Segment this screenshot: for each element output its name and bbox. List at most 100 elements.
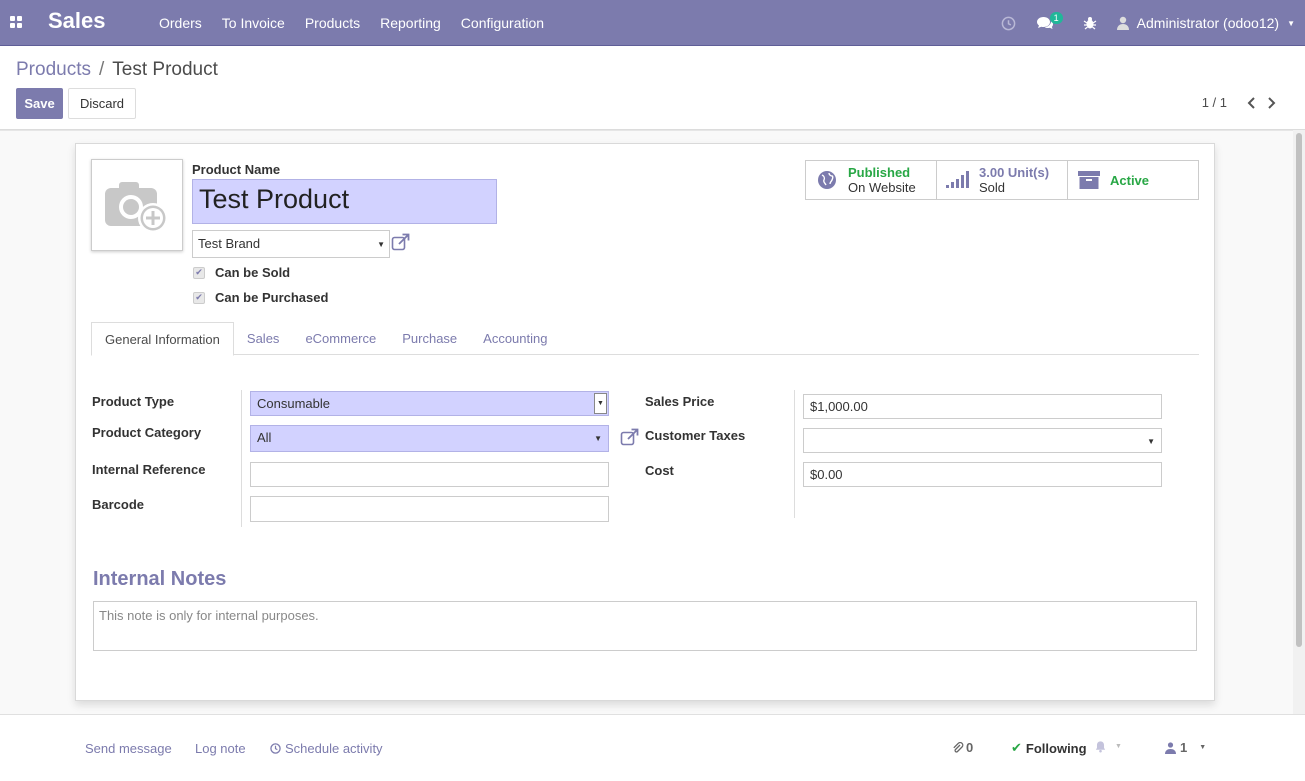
main-menu: Orders To Invoice Products Reporting Con… xyxy=(149,0,554,46)
subscription-bell-button[interactable]: ▼ xyxy=(1094,740,1122,753)
tab-sales[interactable]: Sales xyxy=(234,322,293,355)
units-sold-value: 3.00 Unit(s) xyxy=(979,165,1050,180)
discard-button[interactable]: Discard xyxy=(68,88,136,119)
vertical-scrollbar[interactable] xyxy=(1293,130,1305,714)
menu-configuration[interactable]: Configuration xyxy=(451,15,554,31)
breadcrumb: Products / Test Product xyxy=(16,59,218,81)
brand-value: Test Brand xyxy=(198,236,261,251)
activity-clock-icon[interactable] xyxy=(991,16,1026,31)
pager: 1 / 1 xyxy=(1202,95,1281,110)
systray: 1 Administrator (odoo12) ▼ xyxy=(991,0,1305,46)
cost-input[interactable]: $0.00 xyxy=(803,462,1162,487)
units-sold-button[interactable]: 3.00 Unit(s) Sold xyxy=(937,161,1068,199)
brand-external-link-icon[interactable] xyxy=(391,233,411,253)
top-navbar: Sales Orders To Invoice Products Reporti… xyxy=(0,0,1305,46)
can-be-sold-row: ✔ Can be Sold xyxy=(193,265,290,280)
clock-icon xyxy=(270,743,281,754)
breadcrumb-separator: / xyxy=(98,59,105,80)
customer-taxes-label: Customer Taxes xyxy=(645,428,746,443)
breadcrumb-products-link[interactable]: Products xyxy=(16,59,91,80)
product-category-label: Product Category xyxy=(92,425,202,440)
user-name: Administrator (odoo12) xyxy=(1136,15,1280,31)
follow-button[interactable]: ✔ Following xyxy=(1011,740,1087,756)
barcode-input[interactable] xyxy=(250,496,609,522)
can-be-sold-checkbox[interactable]: ✔ xyxy=(193,266,205,279)
archive-icon xyxy=(1076,167,1102,193)
product-type-dropdown-icon: ▼ xyxy=(594,393,607,414)
barcode-label: Barcode xyxy=(92,497,145,512)
tab-general-information[interactable]: General Information xyxy=(91,322,234,356)
debug-bug-icon[interactable] xyxy=(1073,16,1107,30)
user-icon xyxy=(1165,741,1176,754)
published-status: Published xyxy=(848,165,911,180)
internal-reference-label: Internal Reference xyxy=(92,462,206,477)
followers-count: 1 xyxy=(1180,740,1188,755)
left-group-divider xyxy=(241,390,242,527)
pager-previous-icon[interactable] xyxy=(1241,96,1261,109)
user-caret-icon: ▼ xyxy=(1287,18,1295,28)
camera-add-icon xyxy=(105,182,168,233)
product-category-dropdown-icon: ▼ xyxy=(594,434,602,443)
schedule-activity-button[interactable]: Schedule activity xyxy=(270,741,383,756)
website-published-button[interactable]: Published On Website xyxy=(806,161,937,199)
check-icon: ✔ xyxy=(1011,740,1022,755)
tab-purchase[interactable]: Purchase xyxy=(389,322,470,355)
menu-to-invoice[interactable]: To Invoice xyxy=(212,15,295,31)
product-category-value: All xyxy=(257,430,272,445)
send-message-button[interactable]: Send message xyxy=(85,741,172,756)
product-category-select[interactable]: All ▼ xyxy=(250,425,609,452)
attachments-count: 0 xyxy=(966,740,974,755)
scrollbar-thumb[interactable] xyxy=(1296,133,1302,647)
product-type-select[interactable]: Consumable ▼ xyxy=(250,391,609,416)
notebook-tabs: General Information Sales eCommerce Purc… xyxy=(91,322,1199,356)
tab-accounting[interactable]: Accounting xyxy=(470,322,560,355)
message-count-badge: 1 xyxy=(1049,12,1063,24)
menu-orders[interactable]: Orders xyxy=(149,15,212,31)
can-be-purchased-row: ✔ Can be Purchased xyxy=(193,290,328,305)
followers-caret-icon: ▼ xyxy=(1199,744,1207,751)
bell-caret-icon: ▼ xyxy=(1115,743,1122,750)
messaging-icon[interactable]: 1 xyxy=(1026,12,1073,31)
apps-menu-icon[interactable] xyxy=(10,16,22,28)
internal-notes-textarea[interactable]: This note is only for internal purposes. xyxy=(93,601,1197,651)
user-menu[interactable]: Administrator (odoo12) ▼ xyxy=(1107,15,1305,31)
sales-price-input[interactable]: $1,000.00 xyxy=(803,394,1162,419)
menu-reporting[interactable]: Reporting xyxy=(370,15,451,31)
product-name-input[interactable]: Test Product xyxy=(192,179,497,224)
units-sold-label: Sold xyxy=(979,180,1006,195)
sales-price-label: Sales Price xyxy=(645,394,715,409)
product-type-label: Product Type xyxy=(92,394,175,409)
product-image[interactable] xyxy=(91,159,183,251)
right-group-divider xyxy=(794,390,795,518)
can-be-purchased-checkbox[interactable]: ✔ xyxy=(193,291,205,304)
breadcrumb-current: Test Product xyxy=(112,59,218,80)
control-panel: Products / Test Product Save Discard 1 / 1 xyxy=(0,46,1305,130)
following-label: Following xyxy=(1025,740,1087,756)
customer-taxes-select[interactable]: ▼ xyxy=(803,428,1162,453)
pager-next-icon[interactable] xyxy=(1261,96,1281,109)
menu-products[interactable]: Products xyxy=(295,15,370,31)
attachments-button[interactable]: 0 xyxy=(952,740,973,755)
paperclip-icon xyxy=(953,741,964,753)
pager-value[interactable]: 1 / 1 xyxy=(1202,95,1227,110)
globe-icon xyxy=(814,167,840,193)
can-be-sold-label: Can be Sold xyxy=(215,265,291,280)
followers-button[interactable]: 1 ▼ xyxy=(1165,740,1206,755)
user-avatar-icon xyxy=(1116,16,1129,30)
app-name: Sales xyxy=(48,8,106,33)
internal-notes-title: Internal Notes xyxy=(93,568,227,590)
can-be-purchased-label: Can be Purchased xyxy=(215,290,329,305)
active-toggle-button[interactable]: Active xyxy=(1068,161,1198,199)
cost-label: Cost xyxy=(645,463,674,478)
log-note-button[interactable]: Log note xyxy=(195,741,246,756)
bell-icon xyxy=(1095,741,1106,753)
product-type-value: Consumable xyxy=(257,396,330,411)
save-button[interactable]: Save xyxy=(16,88,63,119)
brand-select[interactable]: Test Brand ▼ xyxy=(192,230,390,258)
chatter: Send message Log note Schedule activity … xyxy=(0,714,1305,781)
active-label: Active xyxy=(1110,172,1150,188)
category-external-link-icon[interactable] xyxy=(620,428,640,448)
product-name-label: Product Name xyxy=(192,162,281,177)
tab-ecommerce[interactable]: eCommerce xyxy=(292,322,389,355)
internal-reference-input[interactable] xyxy=(250,462,609,487)
